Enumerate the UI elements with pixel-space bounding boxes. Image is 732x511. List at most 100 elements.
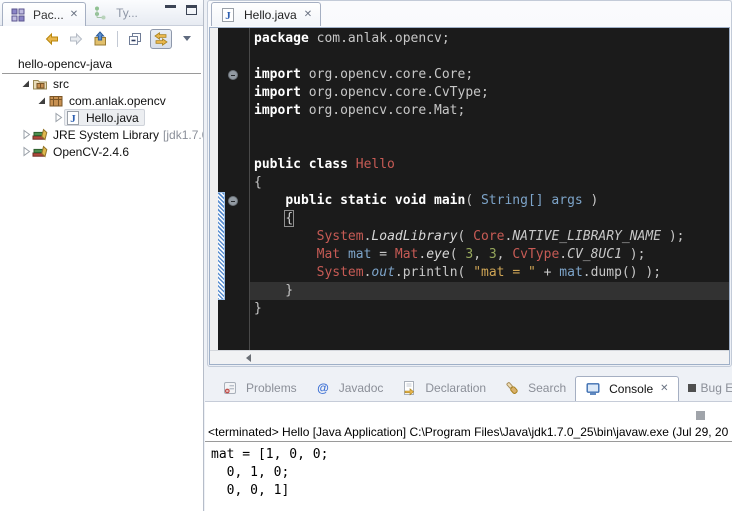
package-explorer-icon	[10, 7, 26, 23]
code-line-3[interactable]: import org.opencv.core.Core;	[254, 66, 729, 84]
collapse-all-icon	[127, 31, 143, 47]
code-line-5[interactable]: import org.opencv.core.Mat;	[254, 102, 729, 120]
package-explorer-panel: Pac...✕Ty... hello-opencv-java src com.anl…	[0, 0, 204, 511]
close-icon[interactable]: ✕	[70, 10, 78, 20]
tree-item-opencv-2-4-6[interactable]: OpenCV-2.4.6	[0, 143, 203, 160]
code-editor[interactable]: package com.anlak.opencv; import org.open…	[218, 28, 729, 350]
type-hierarchy-icon	[93, 5, 109, 21]
console-toolbar-icon[interactable]	[696, 411, 705, 420]
tree-item-label: src	[51, 77, 71, 91]
console-tab-console[interactable]: Console ✕	[575, 376, 678, 402]
code-line-16[interactable]: }	[254, 300, 729, 318]
tree-item-content: src	[32, 76, 71, 92]
code-token: import	[254, 67, 301, 82]
code-line-9[interactable]: {	[254, 174, 729, 192]
code-line-14[interactable]: System.out.println( "mat = " + mat.dump(…	[254, 264, 729, 282]
collapsed-arrow-icon[interactable]	[20, 128, 32, 141]
view-window-buttons	[165, 5, 197, 15]
console-tab-label: Javadoc	[339, 381, 384, 395]
horizontal-scrollbar[interactable]	[210, 350, 729, 364]
editor-body: package com.anlak.opencv; import org.open…	[209, 27, 730, 365]
code-line-2[interactable]	[254, 48, 729, 66]
scroll-left-icon[interactable]	[246, 354, 251, 362]
code-line-13[interactable]: Mat mat = Mat.eye( 3, 3, CvType.CV_8UC1 …	[254, 246, 729, 264]
code-token	[254, 193, 285, 208]
fold-collapse-icon[interactable]	[228, 70, 238, 80]
problems-icon	[222, 380, 238, 396]
code-token: }	[254, 283, 293, 298]
collapse-all-button[interactable]	[126, 30, 144, 48]
code-token: =	[371, 247, 394, 262]
code-line-11[interactable]: {	[254, 210, 729, 228]
console-tab-label: Console	[609, 382, 653, 396]
expanded-arrow-icon[interactable]	[20, 77, 32, 90]
code-line-8[interactable]: public class Hello	[254, 156, 729, 174]
maximize-icon[interactable]	[186, 5, 197, 15]
console-tab-search[interactable]: Search	[495, 375, 575, 401]
expanded-arrow-icon[interactable]	[36, 94, 48, 107]
minimize-icon[interactable]	[165, 5, 176, 15]
view-menu-button[interactable]	[178, 30, 196, 48]
code-line-7[interactable]	[254, 138, 729, 156]
code-token	[254, 265, 317, 280]
console-tab-problems[interactable]: Problems	[213, 375, 306, 401]
tree-item-content: OpenCV-2.4.6	[32, 144, 131, 160]
tree-item-com-anlak-opencv[interactable]: com.anlak.opencv	[0, 92, 203, 109]
console-tab-javadoc[interactable]: @ Javadoc	[306, 375, 393, 401]
annotation-ruler[interactable]	[210, 28, 218, 350]
code-token: public static void main	[285, 193, 465, 208]
link-with-editor-button[interactable]	[150, 29, 172, 49]
tree-item-content: JRE System Library[jdk1.7.0_25]	[32, 127, 203, 143]
close-icon[interactable]: ✕	[304, 10, 312, 20]
console-output-line: 0, 0, 1]	[211, 482, 732, 500]
javadoc-icon: @	[315, 380, 331, 396]
forward-icon	[68, 31, 84, 47]
code-token	[340, 247, 348, 262]
sidebar-tab-ty[interactable]: Ty...	[86, 1, 145, 25]
collapsed-arrow-icon[interactable]	[52, 111, 64, 124]
code-line-15[interactable]: }	[254, 282, 729, 300]
fold-collapse-icon[interactable]	[228, 196, 238, 206]
console-panel: Problems@JavadocDeclarationSearchConsole…	[205, 374, 732, 511]
code-token: );	[622, 247, 645, 262]
package-icon	[48, 93, 64, 109]
view-menu-icon	[183, 36, 191, 41]
forward-button[interactable]	[67, 30, 85, 48]
code-token: 3	[465, 247, 473, 262]
toolbar-separator	[117, 31, 118, 47]
editor-stack: J Hello.java ✕ package com.anlak.opencv;…	[207, 0, 732, 367]
java-file-icon: J	[220, 7, 236, 23]
code-token: );	[661, 229, 684, 244]
code-line-12[interactable]: System.LoadLibrary( Core.NATIVE_LIBRARY_…	[254, 228, 729, 246]
console-output[interactable]: mat = [1, 0, 0; 0, 1, 0; 0, 0, 1]	[205, 442, 732, 500]
tree-item-hello-opencv-java[interactable]: hello-opencv-java	[0, 55, 203, 72]
back-icon	[44, 31, 60, 47]
tree-item-label: hello-opencv-java	[16, 57, 114, 71]
back-button[interactable]	[43, 30, 61, 48]
tree-item-src[interactable]: src	[0, 75, 203, 92]
code-line-1[interactable]: package com.anlak.opencv;	[254, 30, 729, 48]
code-token: }	[254, 301, 262, 316]
link-editor-icon	[153, 31, 169, 47]
code-token: (	[450, 247, 466, 262]
code-token: System	[317, 229, 364, 244]
code-line-6[interactable]	[254, 120, 729, 138]
up-button[interactable]	[91, 30, 109, 48]
sidebar-tab-pac[interactable]: Pac...✕	[2, 2, 86, 26]
code-line-10[interactable]: public static void main( String[] args )	[254, 192, 729, 210]
collapsed-arrow-icon[interactable]	[20, 145, 32, 158]
code-token: public class	[254, 157, 356, 172]
tree-item-content: J Hello.java	[64, 109, 145, 126]
code-line-4[interactable]: import org.opencv.core.CvType;	[254, 84, 729, 102]
editor-tab-hello-java[interactable]: J Hello.java ✕	[211, 2, 321, 26]
tree-item-jre-system-library[interactable]: JRE System Library[jdk1.7.0_25]	[0, 126, 203, 143]
console-tab-bug-explorer[interactable]: Bug Explorer	[679, 375, 732, 401]
svg-text:J: J	[70, 113, 76, 125]
close-icon[interactable]: ✕	[660, 384, 668, 394]
bug-icon	[688, 384, 696, 392]
tree-item-content: com.anlak.opencv	[48, 93, 168, 109]
tree-item-hello-java[interactable]: J Hello.java	[0, 109, 203, 126]
library-icon	[32, 144, 48, 160]
console-tab-declaration[interactable]: Declaration	[392, 375, 495, 401]
tree-item-label: Hello.java	[84, 111, 141, 125]
